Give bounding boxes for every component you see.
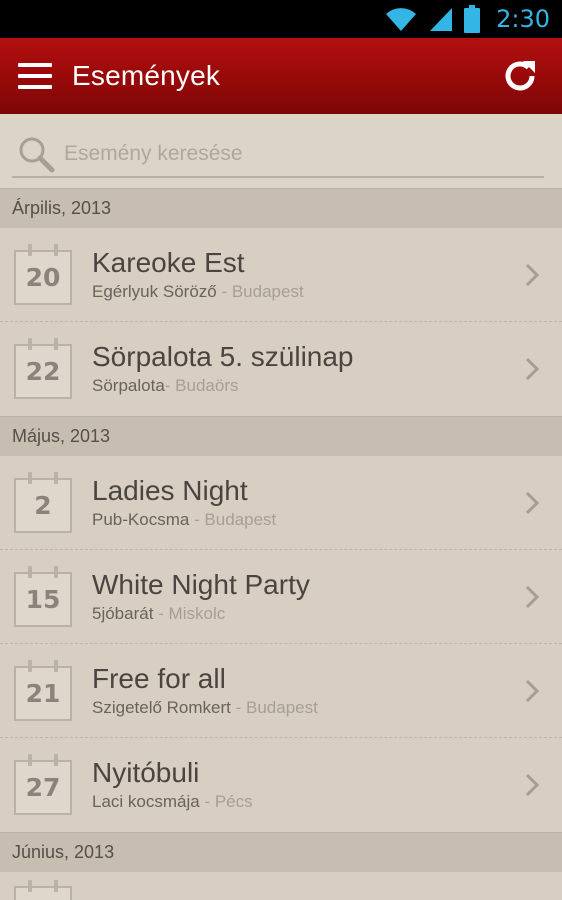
- status-time: 2:30: [496, 5, 550, 33]
- event-title: Free for all: [92, 663, 226, 694]
- event-row[interactable]: 15 White Night Party 5jóbarát - Miskolc: [0, 550, 562, 644]
- event-title: White Night Party: [92, 569, 310, 600]
- search-icon: [19, 137, 55, 173]
- event-title: Sörpalota 5. szülinap: [92, 341, 354, 372]
- event-venue: 5jóbarát: [92, 604, 154, 623]
- event-venue: Szigetelő Romkert: [92, 698, 231, 717]
- battery-icon: [464, 5, 481, 33]
- chevron-right-icon: [525, 585, 540, 609]
- chevron-right-icon: [525, 679, 540, 703]
- event-city: - Budapest: [216, 282, 304, 301]
- event-row-partial[interactable]: [0, 872, 562, 900]
- event-row[interactable]: 27 Nyitóbuli Laci kocsmája - Pécs: [0, 738, 562, 832]
- event-day: 27: [25, 773, 61, 802]
- event-list: Árpilis, 2013 20 Kareoke Est Egérlyuk Sö…: [0, 188, 562, 900]
- calendar-icon: 15: [14, 566, 72, 627]
- event-row[interactable]: 21 Free for all Szigetelő Romkert - Buda…: [0, 644, 562, 738]
- chevron-right-icon: [525, 773, 540, 797]
- calendar-icon: 21: [14, 660, 72, 721]
- event-day: 20: [25, 263, 61, 292]
- event-title: Nyitóbuli: [92, 757, 200, 788]
- event-city: - Pécs: [199, 792, 253, 811]
- chevron-right-icon: [525, 263, 540, 287]
- section-header: Június, 2013: [0, 832, 562, 872]
- event-day: 21: [25, 679, 61, 708]
- search-bar: [0, 114, 562, 188]
- wifi-icon: [386, 8, 417, 31]
- calendar-icon: 22: [14, 338, 72, 399]
- event-title: Ladies Night: [92, 475, 248, 506]
- search-field: [12, 132, 544, 178]
- menu-icon[interactable]: [18, 63, 52, 89]
- event-venue: Sörpalota: [92, 376, 165, 395]
- event-row[interactable]: 2 Ladies Night Pub-Kocsma - Budapest: [0, 456, 562, 550]
- signal-icon: [430, 8, 453, 31]
- app-bar: Események: [0, 38, 562, 114]
- calendar-icon: 27: [14, 754, 72, 815]
- event-city: - Budapest: [230, 698, 318, 717]
- event-title: Kareoke Est: [92, 247, 245, 278]
- search-input[interactable]: [64, 134, 544, 174]
- event-venue: Pub-Kocsma: [92, 510, 190, 529]
- chevron-right-icon: [525, 491, 540, 515]
- refresh-icon[interactable]: [490, 46, 550, 106]
- event-day: 15: [25, 585, 61, 614]
- event-day: 22: [25, 357, 61, 386]
- event-row[interactable]: 20 Kareoke Est Egérlyuk Söröző - Budapes…: [0, 228, 562, 322]
- section-header: Május, 2013: [0, 416, 562, 456]
- event-city: - Budapest: [189, 510, 277, 529]
- event-row[interactable]: 22 Sörpalota 5. szülinap Sörpalota- Buda…: [0, 322, 562, 416]
- calendar-icon: [14, 880, 72, 900]
- event-day: 2: [34, 491, 52, 520]
- event-city: - Budaörs: [164, 376, 239, 395]
- event-city: - Miskolc: [153, 604, 226, 623]
- event-venue: Egérlyuk Söröző: [92, 282, 217, 301]
- chevron-right-icon: [525, 357, 540, 381]
- section-header: Árpilis, 2013: [0, 188, 562, 228]
- calendar-icon: 2: [14, 472, 72, 533]
- page-title: Események: [72, 60, 221, 91]
- status-bar: 2:30: [0, 0, 562, 38]
- calendar-icon: 20: [14, 244, 72, 305]
- event-venue: Laci kocsmája: [92, 792, 200, 811]
